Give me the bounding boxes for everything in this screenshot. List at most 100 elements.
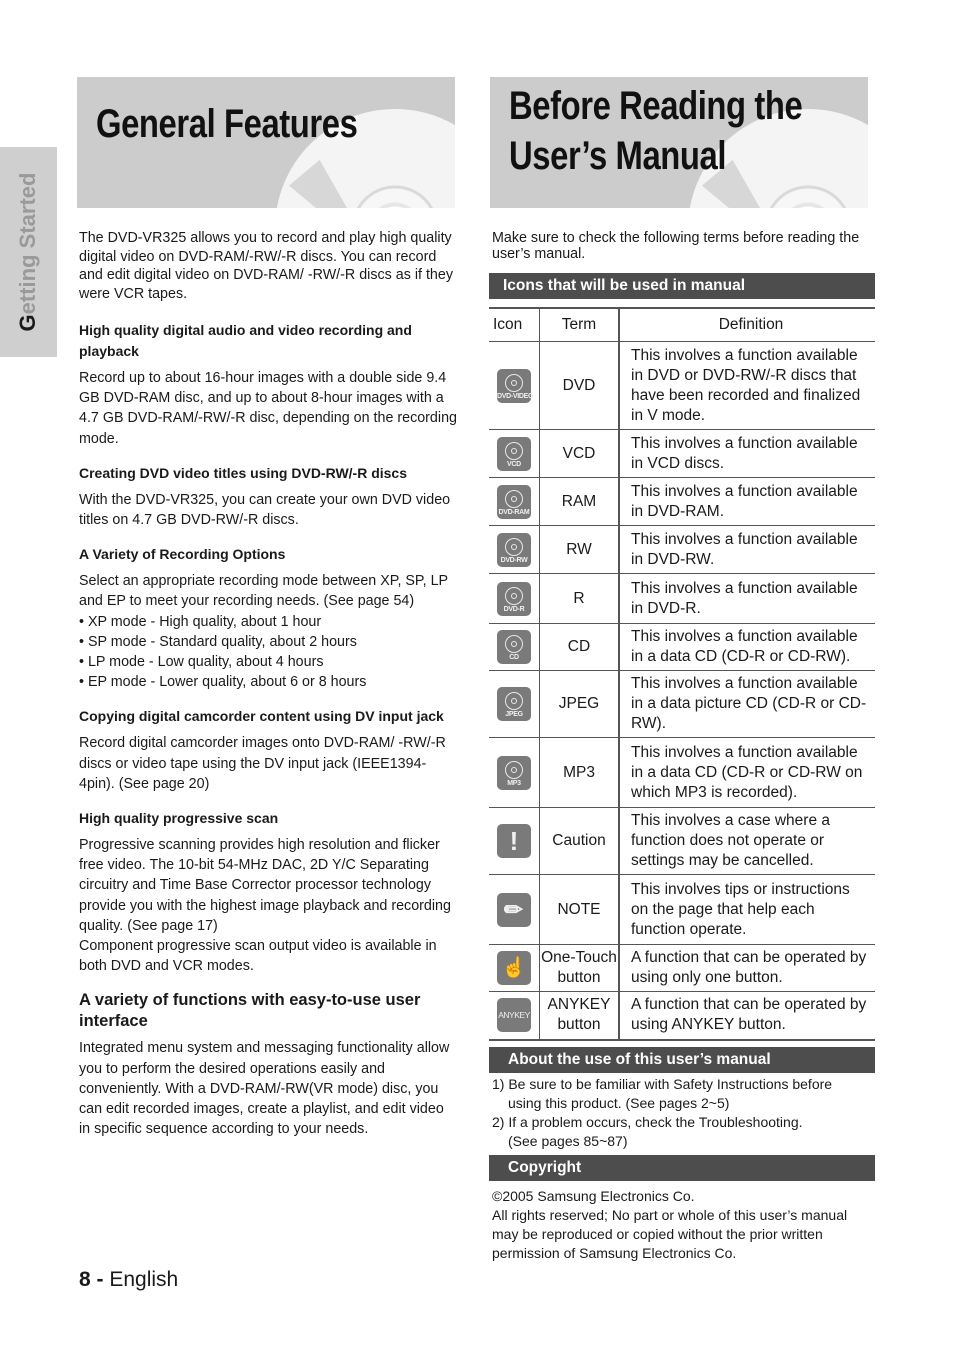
feature-body: Progressive scanning provides high resol…	[79, 837, 451, 934]
anykey-icon: ANYKEY	[497, 998, 531, 1033]
term-cell: RW	[539, 525, 620, 574]
definition-cell: A function that can be operated by using…	[619, 944, 875, 992]
table-header-row: Icon Term Definition	[489, 307, 875, 342]
table-row: ☝ One-Touch button A function that can be …	[489, 944, 875, 992]
general-features-banner: General Features	[77, 77, 455, 208]
disc-symbol	[505, 489, 523, 508]
definition-cell: This involves a function available in DV…	[619, 573, 875, 624]
list-item: 2) If a problem occurs, check the Troubl…	[492, 1113, 803, 1130]
term-cell: ANYKEY button	[539, 991, 620, 1041]
feature-heading: A variety of functions with easy-to-use …	[79, 991, 421, 1031]
disc-symbol	[505, 537, 523, 556]
about-list: 1) Be sure to be familiar with Safety In…	[492, 1075, 875, 1151]
vcd-disc-icon: VCD	[497, 436, 531, 471]
disc-symbol	[505, 635, 523, 653]
table-row: JPEG JPEG This involves a function availab…	[489, 670, 875, 738]
section-header-copyright: Copyright	[489, 1154, 875, 1181]
icon-cell: ✎	[489, 874, 540, 945]
before-reading-banner: Before Reading the User’s Manual	[490, 77, 868, 208]
list-item: 1) Be sure to be familiar with Safety In…	[492, 1075, 833, 1092]
icon-cell: DVD-VIDEO	[489, 341, 540, 430]
dvd-video-disc-icon: DVD-VIDEO	[497, 368, 534, 403]
feature-body: Component progressive scan output video …	[79, 938, 437, 975]
icon-cell: CD	[489, 623, 540, 671]
table-row: ! Caution This involves a case where a fun…	[489, 807, 875, 875]
page-language: English	[109, 1268, 179, 1291]
feature-heading: Creating DVD video titles using DVD-RW/-…	[79, 464, 408, 481]
copyright-notice: All rights reserved; No part or whole of…	[492, 1206, 848, 1261]
section-header-icons: Icons that will be used in manual	[489, 273, 875, 299]
feature-block: High quality progressive scan Progressiv…	[79, 808, 457, 976]
table-row: DVD-RAM RAM This involves a function avail…	[489, 477, 875, 526]
term-cell: DVD	[539, 341, 620, 430]
disc-symbol	[505, 586, 523, 605]
copyright-line: ©2005 Samsung Electronics Co.	[492, 1187, 695, 1204]
column-header-term: Term	[539, 307, 620, 342]
column-header-definition: Definition	[619, 307, 875, 342]
term-cell: NOTE	[539, 874, 620, 945]
list-item: • LP mode - Low quality, about 4 hours	[79, 654, 324, 671]
page-number: 8 -	[79, 1268, 104, 1291]
recording-mode-list: • XP mode - High quality, about 1 hour •…	[79, 612, 457, 693]
one-touch-hand-icon: ☝	[497, 951, 531, 985]
dvd-ram-disc-icon: DVD-RAM	[497, 484, 531, 519]
icon-cell: DVD-RAM	[489, 477, 540, 526]
side-tab-first-letter: G	[15, 314, 40, 332]
jpeg-disc-icon: JPEG	[497, 687, 531, 721]
icon-tile-label: DVD-VIDEO	[497, 392, 534, 400]
table-row: MP3 MP3 This involves a function available…	[489, 737, 875, 808]
dvd-rw-disc-icon: DVD-RW	[497, 532, 531, 567]
term-cell: Caution	[539, 807, 620, 875]
intro-paragraph: The DVD-VR325 allows you to record and p…	[79, 230, 453, 302]
table-row: DVD-R R This involves a function available…	[489, 573, 875, 624]
list-item-continuation: using this product. (See pages 2~5)	[508, 1094, 730, 1111]
page-footer: 8 - English	[79, 1267, 178, 1293]
disc-symbol	[505, 373, 523, 392]
list-item: • XP mode - High quality, about 1 hour	[79, 613, 322, 630]
general-features-column: The DVD-VR325 allows you to record and p…	[79, 229, 457, 1153]
icon-tile-label: MP3	[507, 779, 521, 787]
icon-tile-label: VCD	[507, 460, 521, 468]
definition-cell: This involves a function available in DV…	[619, 341, 875, 430]
icon-tile-label: DVD-RAM	[498, 508, 530, 516]
title-line-1: Before Reading the	[509, 84, 803, 128]
feature-block: A variety of functions with easy-to-use …	[79, 990, 457, 1139]
term-cell: JPEG	[539, 670, 620, 738]
cd-disc-icon: CD	[497, 630, 531, 664]
table-row: DVD-VIDEO DVD This involves a function ava…	[489, 341, 875, 430]
table-row: ANYKEY ANYKEY button A function that can b…	[489, 991, 875, 1041]
definition-cell: This involves a function available in VC…	[619, 429, 875, 478]
feature-body: Record digital camcorder images onto DVD…	[79, 735, 446, 792]
section-side-tab-label: Getting Started	[15, 173, 41, 332]
feature-heading: High quality progressive scan	[79, 810, 279, 827]
feature-block: High quality digital audio and video rec…	[79, 320, 457, 449]
definition-cell: This involves a function available in a …	[619, 737, 875, 808]
table-row: ✎ NOTE This involves tips or instructions …	[489, 874, 875, 945]
term-cell: RAM	[539, 477, 620, 526]
feature-block: Copying digital camcorder content using …	[79, 706, 457, 794]
feature-heading: Copying digital camcorder content using …	[79, 708, 444, 725]
title-line-2: User’s Manual	[509, 134, 727, 178]
icon-cell: ☝	[489, 944, 540, 992]
table-row: DVD-RW RW This involves a function availab…	[489, 525, 875, 574]
dvd-r-disc-icon: DVD-R	[497, 581, 531, 616]
feature-body: Record up to about 16-hour images with a…	[79, 370, 457, 447]
feature-block: A Variety of Recording Options Select an…	[79, 544, 457, 692]
term-cell: CD	[539, 623, 620, 671]
icon-cell: JPEG	[489, 670, 540, 738]
feature-body: Select an appropriate recording mode bet…	[79, 573, 448, 610]
icon-glyph: ✎	[498, 893, 530, 925]
feature-heading: A Variety of Recording Options	[79, 546, 286, 563]
icon-cell: !	[489, 807, 540, 875]
icon-glyph: ANYKEY	[498, 1010, 530, 1021]
icon-tile-label: CD	[509, 654, 519, 661]
icons-table: Icon Term Definition DVD-VIDEO DVD This in…	[489, 307, 875, 1041]
list-item: • SP mode - Standard quality, about 2 ho…	[79, 633, 357, 650]
definition-cell: This involves a function available in DV…	[619, 525, 875, 574]
definition-cell: This involves a function available in a …	[619, 670, 875, 738]
icon-tile-label: DVD-RW	[500, 556, 528, 564]
before-reading-column: Make sure to check the following terms b…	[489, 229, 875, 1263]
definition-cell: This involves a case where a function do…	[619, 807, 875, 875]
mp3-disc-icon: MP3	[497, 755, 531, 790]
table-row: CD CD This involves a function available i…	[489, 623, 875, 671]
